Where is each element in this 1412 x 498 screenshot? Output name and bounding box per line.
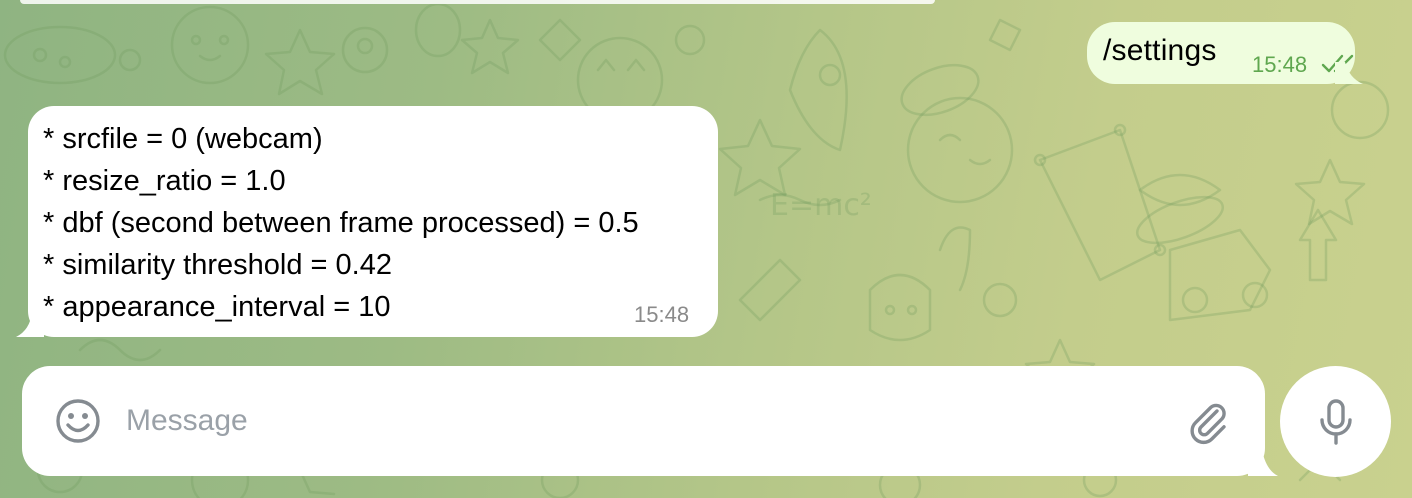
outgoing-message-time: 15:48 [1252,52,1308,77]
outgoing-bubble-tail [1335,62,1363,84]
svg-text:E=mc²: E=mc² [770,188,872,223]
previous-message-edge [20,0,935,4]
message-input[interactable] [126,396,1166,446]
incoming-message-bubble[interactable]: * srcfile = 0 (webcam) * resize_ratio = … [28,106,718,337]
microphone-icon [1320,399,1352,445]
settings-line-srcfile: * srcfile = 0 (webcam) [43,123,323,155]
smiley-icon[interactable] [54,397,102,445]
composer-tail [1248,450,1278,476]
settings-line-dbf: * dbf (second between frame processed) =… [43,207,639,239]
voice-record-button[interactable] [1280,366,1391,477]
incoming-message-time: 15:48 [634,302,690,327]
incoming-message-text: * srcfile = 0 (webcam) * resize_ratio = … [43,118,639,328]
message-composer [22,366,1265,476]
settings-line-resize-ratio: * resize_ratio = 1.0 [43,165,286,197]
settings-line-appearance-interval: * appearance_interval = 10 [43,291,391,323]
outgoing-message-text: /settings [1103,34,1217,67]
incoming-bubble-tail [16,312,44,337]
outgoing-message-bubble[interactable]: /settings 15:48 [1087,22,1355,84]
paperclip-icon[interactable] [1184,397,1232,445]
settings-line-similarity-threshold: * similarity threshold = 0.42 [43,249,392,281]
